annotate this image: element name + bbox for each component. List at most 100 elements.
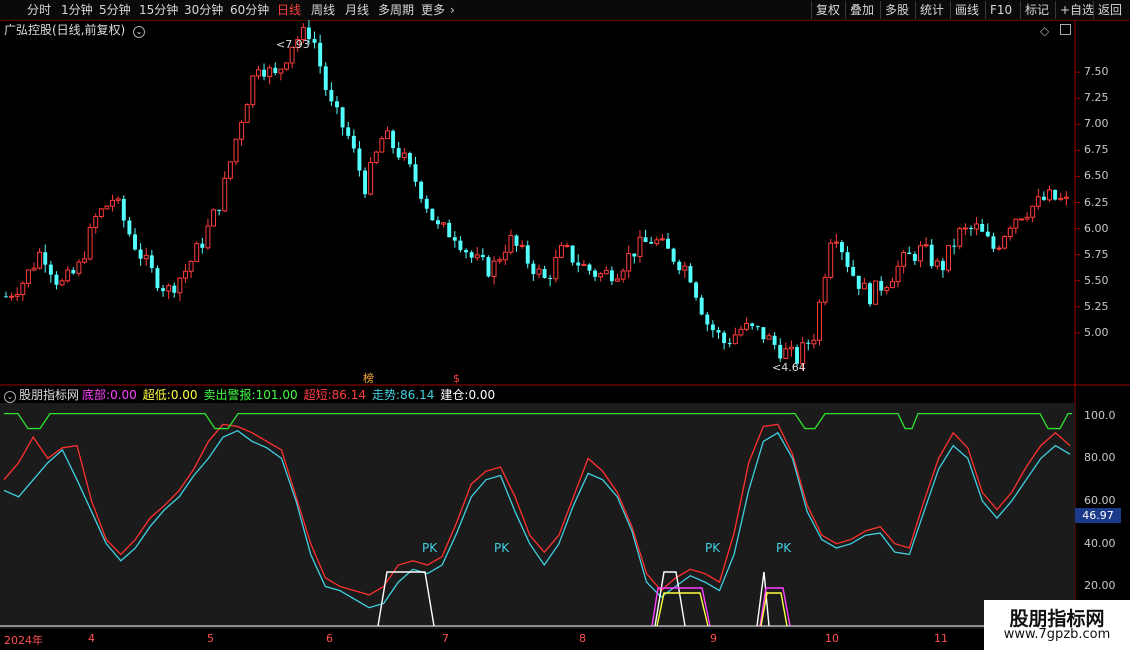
chevron-down-icon[interactable]: ⌄ (4, 391, 16, 403)
chevron-down-icon[interactable]: ⌄ (133, 26, 146, 38)
candle (576, 262, 581, 266)
candle (750, 323, 755, 327)
indicator-name: 股朋指标网 (19, 388, 80, 402)
high-label: <7.93 (276, 38, 310, 51)
chart-marker[interactable]: 榜 (363, 371, 374, 385)
candle (519, 244, 525, 247)
indicator-tick: 20.00 (1084, 579, 1116, 593)
candle (542, 268, 547, 278)
date-tick: 7 (442, 632, 449, 645)
candle (121, 198, 126, 221)
candle (82, 258, 87, 263)
candle (368, 161, 374, 195)
candle (363, 170, 368, 195)
candle (172, 285, 177, 293)
param-label: 卖出警报: (203, 388, 256, 402)
chevron-right-icon[interactable]: › (450, 1, 455, 19)
timeframe-2[interactable]: 5分钟 (99, 1, 131, 19)
candle (699, 297, 704, 315)
stock-name: 广弘控股(日线,前复权) (4, 23, 126, 37)
candle (396, 148, 401, 158)
candle (845, 252, 850, 267)
candle (351, 135, 356, 149)
indicator-param: 建仓:0.00 (440, 388, 498, 402)
candle (558, 245, 564, 258)
param-label: 超短: (303, 388, 332, 402)
candle (952, 245, 957, 247)
tool-button-8[interactable]: 返回 (1093, 1, 1126, 19)
candle (346, 127, 351, 136)
candle (615, 278, 620, 282)
tool-button-1[interactable]: 叠加 (845, 1, 878, 19)
param-value: 101.00 (255, 388, 298, 402)
candle (20, 282, 26, 296)
candle (654, 239, 660, 245)
candle (1030, 205, 1036, 218)
candle (143, 254, 149, 260)
candle (677, 261, 682, 271)
series-jiancang (377, 571, 435, 627)
timeframe-8[interactable]: 月线 (345, 1, 369, 19)
tool-button-3[interactable]: 统计 (915, 1, 948, 19)
indicator-tick: 60.00 (1084, 494, 1116, 508)
candle (1019, 218, 1024, 221)
candle (598, 273, 604, 278)
candle (4, 296, 8, 298)
timeframe-0[interactable]: 分时 (27, 1, 51, 19)
timeframe-4[interactable]: 30分钟 (184, 1, 223, 19)
candle (985, 231, 990, 237)
timeframe-3[interactable]: 15分钟 (139, 1, 178, 19)
candle (811, 339, 817, 345)
timeframe-10[interactable]: 更多 (421, 1, 445, 19)
candle (783, 348, 789, 359)
candle (755, 326, 760, 328)
timeframe-5[interactable]: 60分钟 (230, 1, 269, 19)
chart-marker[interactable]: $ (453, 372, 460, 385)
price-tick: 7.50 (1084, 65, 1109, 79)
timeframe-9[interactable]: 多周期 (378, 1, 414, 19)
candle (1013, 218, 1019, 229)
diamond-icon[interactable]: ◇ (1040, 24, 1049, 38)
candle (901, 252, 907, 267)
candle (772, 335, 777, 345)
candle (637, 236, 643, 257)
candle (694, 282, 699, 298)
indicator-header: ⌄ 股朋指标网 底部:0.00 超低:0.00 卖出警报:101.00 超短:86.14 走… (4, 387, 501, 403)
tool-button-5[interactable]: F10 (985, 1, 1016, 19)
candle (273, 67, 278, 74)
candle (1007, 227, 1013, 238)
stock-title: 广弘控股(日线,前复权) ⌄ (4, 22, 146, 38)
indicator-tick: 80.00 (1084, 451, 1116, 465)
candle (934, 260, 940, 267)
candle (688, 266, 693, 283)
tool-button-4[interactable]: 画线 (950, 1, 983, 19)
candle (868, 283, 872, 305)
timeframe-1[interactable]: 1分钟 (61, 1, 93, 19)
price-tick: 5.50 (1084, 273, 1109, 287)
price-tick: 6.50 (1084, 169, 1109, 183)
indicator-tick: 40.00 (1084, 536, 1116, 550)
candle (620, 270, 626, 280)
tool-button-0[interactable]: 复权 (811, 1, 844, 19)
panel-toggle-icon[interactable] (1060, 24, 1071, 35)
candle (514, 235, 519, 246)
price-chart[interactable]: PK PK PK PK 榜 $ (0, 0, 1130, 650)
candle (833, 241, 839, 244)
candle (138, 249, 143, 259)
tool-button-6[interactable]: 标记 (1020, 1, 1053, 19)
candle (946, 245, 951, 271)
candle (923, 244, 929, 247)
tool-button-2[interactable]: 多股 (880, 1, 913, 19)
candle (564, 245, 570, 248)
tool-button-7[interactable]: +自选 (1055, 1, 1098, 19)
indicator-param: 超低:0.00 (143, 388, 201, 402)
date-axis (0, 630, 1130, 650)
candle (570, 245, 575, 263)
timeframe-7[interactable]: 周线 (311, 1, 335, 19)
timeframe-6[interactable]: 日线 (277, 1, 301, 19)
candle (14, 294, 20, 297)
candle (738, 328, 744, 336)
param-value: 0.00 (170, 388, 198, 402)
candle (1058, 197, 1064, 201)
candle (722, 332, 727, 344)
